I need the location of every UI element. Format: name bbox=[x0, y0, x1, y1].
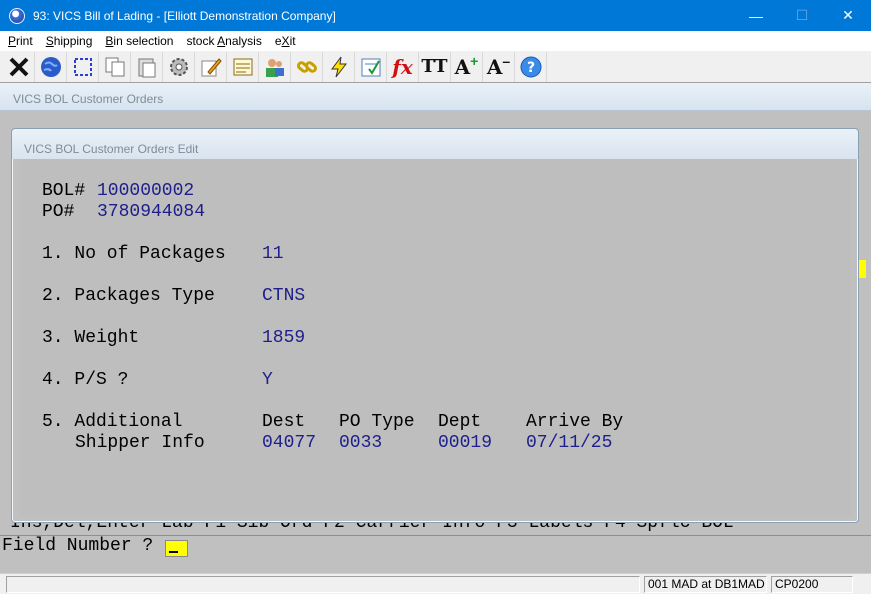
arrive-by-value[interactable]: 07/11/25 bbox=[526, 433, 612, 454]
menu-print-rest: rint bbox=[16, 34, 33, 48]
menu-stock-key: A bbox=[217, 34, 226, 48]
help-icon[interactable]: ? bbox=[515, 51, 547, 82]
orders-edit-form: BOL# 100000002 PO# 3780944084 1. No of P… bbox=[20, 159, 851, 515]
minimize-button[interactable]: — bbox=[733, 0, 779, 31]
app-globe-icon[interactable] bbox=[9, 7, 25, 24]
dest-value[interactable]: 04077 bbox=[262, 433, 316, 454]
po-value: 3780944084 bbox=[97, 202, 206, 222]
field-1-label[interactable]: 1. No of Packages bbox=[42, 244, 226, 265]
menu-stock-analysis[interactable]: stock Analysis bbox=[186, 34, 261, 48]
field-2-label[interactable]: 2. Packages Type bbox=[42, 286, 215, 307]
copy-icon[interactable] bbox=[99, 51, 131, 82]
status-message bbox=[6, 576, 640, 593]
menu-shipping[interactable]: Shipping bbox=[46, 34, 93, 48]
po-type-header: PO Type bbox=[339, 412, 415, 432]
menu-exit-rest: it bbox=[289, 34, 296, 48]
plus-mark: + bbox=[470, 52, 479, 69]
fx-label: fx bbox=[392, 54, 413, 79]
menu-exit-key: X bbox=[281, 34, 290, 48]
orders-edit-titlebar: VICS BOL Customer Orders Edit bbox=[12, 129, 858, 159]
calculator-icon[interactable] bbox=[355, 51, 387, 82]
close-icon[interactable] bbox=[3, 51, 35, 82]
scroll-indicator[interactable] bbox=[859, 260, 866, 278]
menu-bin-rest: in selection bbox=[113, 34, 174, 48]
bol-value: 100000002 bbox=[97, 181, 195, 201]
field-5-label-line2: Shipper Info bbox=[75, 433, 205, 453]
dest-header: Dest bbox=[262, 412, 306, 432]
font-increase-icon[interactable]: A + bbox=[451, 51, 483, 82]
menu-print-key: P bbox=[8, 34, 17, 48]
toolbar: fx TT A + A – ? bbox=[0, 51, 871, 83]
menu-exit[interactable]: eXit bbox=[275, 34, 296, 48]
paste-icon[interactable] bbox=[131, 51, 163, 82]
form-icon[interactable] bbox=[227, 51, 259, 82]
title-bar: 93: VICS Bill of Lading - [Elliott Demon… bbox=[0, 0, 871, 31]
menu-shipping-key: S bbox=[45, 34, 54, 48]
field-number-prompt: Field Number ? bbox=[2, 536, 154, 556]
a-minus-label: A bbox=[486, 54, 503, 79]
a-plus-label: A bbox=[454, 54, 471, 79]
fx-icon[interactable]: fx bbox=[387, 51, 419, 82]
maximize-button[interactable]: ☐ bbox=[779, 0, 825, 31]
arrive-by-header: Arrive By bbox=[526, 412, 624, 432]
status-bar: 001 MAD at DB1MAD CP0200 bbox=[0, 573, 871, 594]
menu-bar: Print Shipping Bin selection stock Analy… bbox=[0, 31, 871, 51]
orders-edit-window: VICS BOL Customer Orders Edit BOL# 10000… bbox=[11, 128, 859, 523]
field-3-value[interactable]: 1859 bbox=[262, 328, 305, 349]
po-label: PO# bbox=[42, 202, 75, 222]
menu-stock-pre: stock bbox=[186, 34, 218, 48]
font-tt-icon[interactable]: TT bbox=[419, 51, 451, 82]
users-icon[interactable] bbox=[259, 51, 291, 82]
status-program: CP0200 bbox=[771, 576, 853, 593]
field-2-value[interactable]: CTNS bbox=[262, 286, 305, 307]
minus-mark: – bbox=[502, 52, 511, 69]
dept-header: Dept bbox=[438, 412, 482, 432]
window-controls: — ☐ ✕ bbox=[733, 0, 871, 31]
dept-value[interactable]: 00019 bbox=[438, 433, 492, 454]
customer-orders-titlebar: VICS BOL Customer Orders bbox=[0, 83, 871, 111]
field-4-label[interactable]: 4. P/S ? bbox=[42, 370, 128, 391]
field-1-value[interactable]: 11 bbox=[262, 244, 284, 265]
menu-bin-selection[interactable]: Bin selection bbox=[105, 34, 173, 48]
field-4-value[interactable]: Y bbox=[262, 370, 273, 391]
tt-label: TT bbox=[421, 55, 448, 77]
link-icon[interactable] bbox=[291, 51, 323, 82]
po-type-value[interactable]: 0033 bbox=[339, 433, 382, 454]
orders-edit-title: VICS BOL Customer Orders Edit bbox=[24, 142, 199, 156]
window-title: 93: VICS Bill of Lading - [Elliott Demon… bbox=[33, 8, 336, 23]
field-number-input[interactable] bbox=[165, 540, 188, 557]
select-icon[interactable] bbox=[67, 51, 99, 82]
menu-print[interactable]: Print bbox=[8, 34, 33, 48]
menu-shipping-rest: hipping bbox=[53, 34, 93, 48]
field-5-label[interactable]: 5. Additional bbox=[42, 412, 182, 433]
settings-icon[interactable] bbox=[163, 51, 195, 82]
globe-icon[interactable] bbox=[35, 51, 67, 82]
font-decrease-icon[interactable]: A – bbox=[483, 51, 515, 82]
customer-orders-title: VICS BOL Customer Orders bbox=[13, 92, 164, 106]
bol-label: BOL# bbox=[42, 181, 86, 201]
status-database: 001 MAD at DB1MAD bbox=[644, 576, 767, 593]
prompt-line: Field Number ? bbox=[0, 535, 871, 573]
close-window-button[interactable]: ✕ bbox=[825, 0, 871, 31]
field-3-label[interactable]: 3. Weight bbox=[42, 328, 139, 349]
menu-stock-rest: nalysis bbox=[225, 34, 262, 48]
svg-text:?: ? bbox=[526, 60, 534, 76]
lightning-icon[interactable] bbox=[323, 51, 355, 82]
menu-exit-pre: e bbox=[274, 34, 282, 48]
edit-icon[interactable] bbox=[195, 51, 227, 82]
